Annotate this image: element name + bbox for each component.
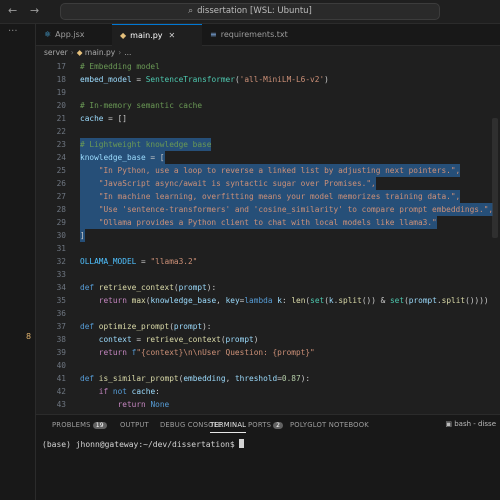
activity-bar: ··· 8 [0,24,36,500]
command-center-search[interactable]: ⌕ dissertation [WSL: Ubuntu] [60,3,440,20]
back-arrow-icon[interactable]: ← [8,4,17,17]
code-line: 21 cache = [] [56,114,127,123]
activity-badge: 8 [26,332,32,341]
text-file-icon: ≡ [210,30,217,39]
tab-terminal[interactable]: TERMINAL [210,421,247,433]
terminal-output[interactable]: (base) jhonn@gateway:~/dev/dissertation$ [42,439,245,449]
code-line: 40 [56,361,66,370]
code-line: 42 if not cache: [56,387,160,396]
code-line: 20 # In-memory semantic cache [56,101,203,110]
tab-output[interactable]: OUTPUT [120,421,149,429]
breadcrumb-rest[interactable]: ... [124,48,131,57]
code-line: 18 embed_model = SentenceTransformer('all… [56,75,329,84]
code-line-selected: 25 "In Python, use a loop to reverse a l… [56,164,461,177]
breadcrumb-folder[interactable]: server [44,48,68,57]
code-line: 37 def optimize_prompt(prompt): [56,322,212,331]
tab-label: requirements.txt [220,30,288,39]
code-line: 17 # Embedding model [56,62,160,71]
breadcrumb-file[interactable]: main.py [85,48,115,57]
tab-app-jsx[interactable]: ⚛ App.jsx [36,24,112,46]
tab-label: App.jsx [55,30,85,39]
tab-problems[interactable]: PROBLEMS 19 [52,421,107,429]
close-icon[interactable]: ✕ [169,31,176,40]
title-bar: ← → ⌕ dissertation [WSL: Ubuntu] [0,0,500,24]
code-line: 36 [56,309,66,318]
ports-count-badge: 2 [273,422,284,429]
code-line: 32 OLLAMA_MODEL = "llama3.2" [56,257,198,266]
terminal-icon: ▣ [445,420,455,428]
tab-requirements-txt[interactable]: ≡ requirements.txt [202,24,306,46]
code-editor[interactable]: 17 # Embedding model 18 embed_model = Sent… [36,58,500,414]
bottom-panel: PROBLEMS 19 OUTPUT DEBUG CONSOLE TERMINAL… [36,414,500,500]
code-line-selected: 27 "In machine learning, overfitting mea… [56,190,461,203]
code-line: 38 context = retrieve_context(prompt) [56,335,259,344]
code-line: 43 return None [56,400,170,409]
code-line: 22 [56,127,66,136]
code-line: 19 [56,88,66,97]
terminal-prompt: (base) jhonn@gateway:~/dev/dissertation$ [42,440,240,449]
problems-count-badge: 19 [92,422,107,429]
tab-main-py[interactable]: ◆ main.py ✕ [112,24,202,46]
tab-polyglot-notebook[interactable]: POLYGLOT NOTEBOOK [290,421,369,429]
code-line: 39 return f"{context}\n\nUser Question: … [56,348,315,357]
python-icon: ◆ [120,31,127,40]
search-icon: ⌕ [188,6,194,16]
search-text: dissertation [WSL: Ubuntu] [197,6,312,16]
code-line-selected: 29 "Ollama provides a Python client to c… [56,216,437,229]
react-icon: ⚛ [44,30,52,39]
terminal-selector[interactable]: ▣ bash - disse [445,420,496,428]
code-line-selected: 24 knowledge_base = [ [56,151,165,164]
code-line: 33 [56,270,66,279]
code-line-selected: 30] [56,229,85,242]
code-line: 41 def is_similar_prompt(embedding, thres… [56,374,311,383]
code-line: 31 [56,244,66,253]
tab-ports[interactable]: PORTS 2 [248,421,284,429]
forward-arrow-icon[interactable]: → [30,4,39,17]
more-actions-icon[interactable]: ··· [8,26,18,37]
chevron-right-icon: › [70,48,74,57]
python-icon: ◆ [76,48,85,57]
tab-label: main.py [130,31,163,40]
terminal-cursor [239,439,245,448]
chevron-right-icon: › [118,48,122,57]
code-line-selected: 28 "Use 'sentence-transformers' and 'cos… [56,203,494,216]
editor-tabs: ⚛ App.jsx ◆ main.py ✕ ≡ requirements.txt [36,24,500,46]
code-line: 35 return max(knowledge_base, key=lambda… [56,296,489,305]
code-line-selected: 23 # Lightweight knowledge base [56,138,212,151]
code-line-selected: 26 "JavaScript async/await is syntactic … [56,177,376,190]
editor-scrollbar[interactable] [492,118,498,238]
code-line: 34 def retrieve_context(prompt): [56,283,217,292]
